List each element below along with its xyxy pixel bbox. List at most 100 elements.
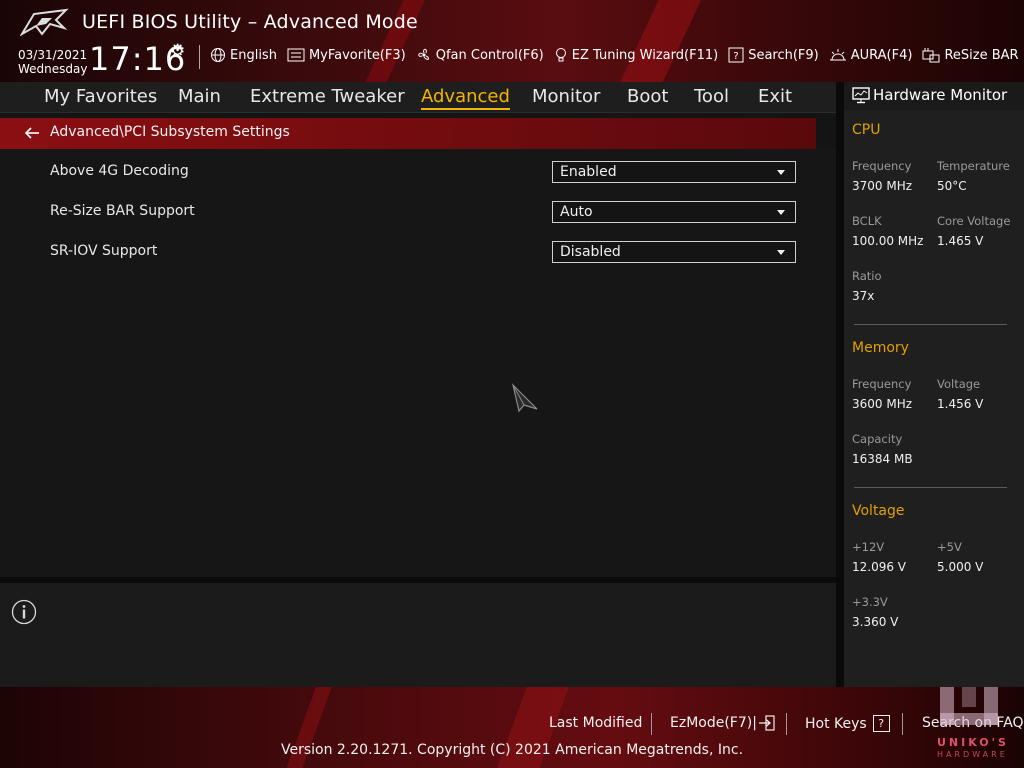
gear-icon[interactable]: ⚙: [170, 41, 185, 61]
settings-panel: Above 4G Decoding Enabled Re-Size BAR Su…: [0, 149, 836, 577]
resize-bar-label: ReSize BAR: [944, 47, 1019, 63]
chevron-down-icon: [777, 170, 785, 175]
fan-icon: [417, 48, 429, 60]
cpu-temperature-value: 50°C: [937, 179, 967, 193]
watermark-subtext: HARDWARE: [937, 750, 1008, 759]
cpu-core-voltage-value: 1.465 V: [937, 234, 984, 248]
date-value: 03/31/2021: [18, 48, 88, 62]
resize-bar-button[interactable]: ReSize BAR: [922, 47, 1019, 63]
cpu-ratio-label: Ratio: [852, 269, 882, 283]
ez-tuning-button[interactable]: EZ Tuning Wizard(F11): [554, 47, 718, 63]
voltage-3v3-label: +3.3V: [852, 595, 888, 609]
above-4g-decoding-select[interactable]: Enabled: [552, 161, 796, 183]
memory-voltage-label: Voltage: [937, 377, 981, 391]
copyright-text: Version 2.20.1271. Copyright (C) 2021 Am…: [280, 742, 744, 758]
memory-heading: Memory: [852, 340, 909, 356]
divider: [786, 713, 787, 735]
divider: [836, 82, 844, 687]
chevron-down-icon: [777, 210, 785, 215]
memory-capacity-value: 16384 MB: [852, 452, 913, 466]
hardware-monitor-title: Hardware Monitor: [873, 86, 1008, 104]
qfan-label: Qfan Control(F6): [435, 47, 544, 63]
hot-keys-button[interactable]: Hot Keys ?: [805, 715, 890, 732]
question-icon: ?: [728, 47, 744, 63]
toolbar: English MyFavorite(F3) Qfan Control(F6) …: [210, 47, 1024, 63]
tab-exit[interactable]: Exit: [758, 86, 792, 107]
cpu-temperature-label: Temperature: [937, 159, 1010, 173]
divider: [854, 324, 1007, 325]
cpu-ratio-value: 37x: [852, 289, 875, 303]
aura-button[interactable]: AURA(F4): [829, 47, 913, 63]
sr-iov-support-value: Disabled: [560, 244, 621, 260]
aura-label: AURA(F4): [850, 47, 913, 63]
tab-my-favorites[interactable]: My Favorites: [44, 86, 157, 107]
ezmode-button[interactable]: EzMode(F7)|: [670, 715, 776, 731]
setting-label-resize-bar: Re-Size BAR Support: [50, 203, 195, 219]
language-label: English: [230, 47, 277, 63]
resize-bar-support-value: Auto: [560, 204, 593, 220]
hardware-monitor: Hardware Monitor CPU Frequency Temperatu…: [844, 82, 1024, 687]
globe-icon: [211, 48, 225, 62]
resize-bar-support-select[interactable]: Auto: [552, 201, 796, 223]
cpu-bclk-label: BCLK: [852, 214, 882, 228]
divider: [199, 45, 200, 69]
exit-arrow-icon: [758, 715, 775, 731]
cpu-heading: CPU: [852, 122, 881, 138]
hardware-monitor-header: Hardware Monitor: [844, 82, 1024, 110]
myfavorite-label: MyFavorite(F3): [308, 47, 406, 63]
above-4g-decoding-value: Enabled: [560, 164, 617, 180]
cpu-bclk-value: 100.00 MHz: [852, 234, 924, 248]
sr-iov-support-select[interactable]: Disabled: [552, 241, 796, 263]
main-tabs: My Favorites Main Extreme Tweaker Advanc…: [0, 82, 836, 113]
svg-text:?: ?: [734, 51, 739, 62]
question-icon: ?: [872, 715, 890, 732]
chevron-down-icon: [777, 250, 785, 255]
rog-logo: [20, 8, 69, 37]
monitor-icon: [852, 87, 870, 104]
breadcrumb: Advanced\PCI Subsystem Settings: [0, 118, 816, 149]
language-button[interactable]: English: [210, 47, 277, 63]
last-modified-label: Last Modified: [549, 715, 643, 731]
back-arrow-icon[interactable]: [22, 123, 42, 143]
setting-label-sr-iov: SR-IOV Support: [50, 243, 158, 259]
tab-advanced[interactable]: Advanced: [421, 86, 510, 110]
last-modified-button[interactable]: Last Modified: [549, 715, 642, 731]
tab-main[interactable]: Main: [178, 86, 221, 107]
myfavorite-button[interactable]: MyFavorite(F3): [287, 47, 406, 63]
search-label: Search(F9): [748, 47, 819, 63]
voltage-5v-label: +5V: [937, 540, 962, 554]
day-value: Wednesday: [18, 62, 88, 76]
tab-monitor[interactable]: Monitor: [532, 86, 600, 107]
app-title: UEFI BIOS Utility – Advanced Mode: [82, 11, 418, 33]
search-button[interactable]: ? Search(F9): [728, 47, 819, 63]
voltage-5v-value: 5.000 V: [937, 560, 984, 574]
qfan-button[interactable]: Qfan Control(F6): [416, 47, 544, 63]
mouse-cursor-icon: [511, 383, 538, 413]
watermark-text: UNIKO'S: [937, 736, 1009, 749]
setting-label-above-4g: Above 4G Decoding: [50, 163, 189, 179]
ezmode-label: EzMode(F7)|: [670, 715, 757, 731]
tab-tool[interactable]: Tool: [694, 86, 729, 107]
resize-bar-icon: [922, 48, 940, 63]
memory-frequency-value: 3600 MHz: [852, 397, 913, 411]
voltage-3v3-value: 3.360 V: [852, 615, 899, 629]
cpu-frequency-value: 3700 MHz: [852, 179, 913, 193]
tab-extreme-tweaker[interactable]: Extreme Tweaker: [250, 86, 405, 107]
memory-capacity-label: Capacity: [852, 432, 903, 446]
aura-icon: [829, 49, 846, 61]
info-panel: [0, 583, 836, 687]
ez-tuning-label: EZ Tuning Wizard(F11): [571, 47, 719, 63]
voltage-heading: Voltage: [852, 503, 905, 519]
lightbulb-icon: [555, 48, 566, 62]
footer: Last Modified EzMode(F7)| Hot Keys ? Sea…: [0, 687, 1024, 768]
cpu-core-voltage-label: Core Voltage: [937, 214, 1011, 228]
cpu-frequency-label: Frequency: [852, 159, 912, 173]
memory-frequency-label: Frequency: [852, 377, 912, 391]
tab-boot[interactable]: Boot: [627, 86, 668, 107]
divider: [902, 713, 903, 735]
date-display: 03/31/2021 Wednesday: [18, 48, 87, 76]
breadcrumb-path: Advanced\PCI Subsystem Settings: [50, 124, 290, 140]
hot-keys-label: Hot Keys: [805, 715, 867, 732]
memory-voltage-value: 1.456 V: [937, 397, 984, 411]
voltage-12v-value: 12.096 V: [852, 560, 907, 574]
